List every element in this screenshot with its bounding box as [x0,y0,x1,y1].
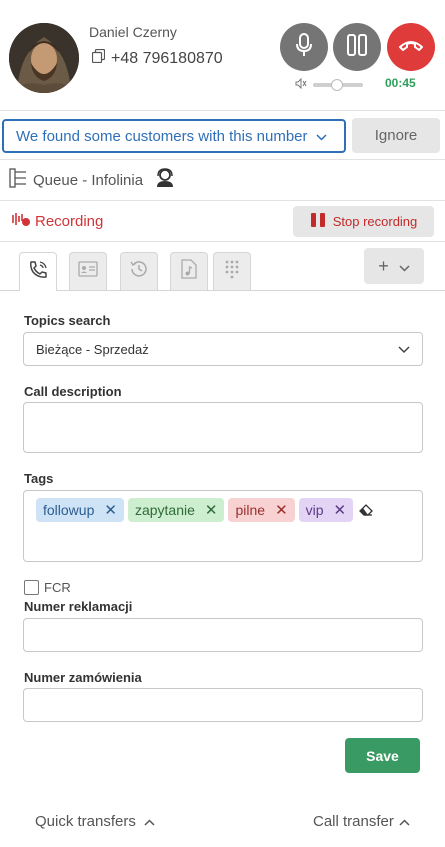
chevron-up-icon [399,813,410,830]
chevron-up-icon [144,813,155,830]
tags-input[interactable]: followup ✕ zapytanie ✕ pilne ✕ vip ✕ [23,490,423,562]
tag-chip-label: pilne [235,502,266,518]
divider [0,200,445,201]
queue-row: Queue - Infolinia [9,168,175,192]
hangup-phone-icon [398,38,424,57]
tag-chip: followup ✕ [36,498,124,522]
plus-label: + [378,255,389,276]
chevron-down-icon [398,342,410,357]
quick-transfers-label: Quick transfers [35,813,136,830]
pause-icon [346,33,368,61]
caller-name: Daniel Czerny [89,24,177,40]
quick-transfers-toggle[interactable]: Quick transfers [35,813,155,830]
eraser-icon[interactable] [359,498,374,522]
volume-slider-knob[interactable] [331,79,343,91]
call-description-label: Call description [24,384,122,399]
caller-avatar [9,23,79,93]
tag-chip: zapytanie ✕ [127,498,225,522]
chevron-down-icon [315,128,327,145]
topics-search-label: Topics search [24,313,111,328]
tab-dialpad[interactable] [213,252,251,290]
tag-chip: pilne ✕ [228,498,295,522]
stop-recording-button[interactable]: Stop recording [293,206,434,237]
copy-icon[interactable] [91,48,106,68]
tab-history[interactable] [120,252,158,290]
divider [0,110,445,111]
order-number-label: Numer zamówienia [24,670,142,685]
complaint-number-label: Numer reklamacji [24,599,133,614]
remove-tag-icon[interactable]: ✕ [104,501,117,519]
history-icon [129,259,149,284]
volume-slider[interactable] [313,79,363,91]
divider [0,241,445,242]
divider [0,159,445,160]
caller-phone: +48 796180870 [111,49,223,67]
pause-icon [310,212,326,231]
remove-tag-icon[interactable]: ✕ [334,501,347,519]
customers-found-dropdown[interactable]: We found some customers with this number [2,119,346,153]
fcr-checkbox[interactable] [24,580,39,595]
complaint-number-input[interactable] [23,618,423,652]
call-transfer-label: Call transfer [313,813,394,830]
tag-chip: vip ✕ [298,498,354,522]
tag-chip-label: zapytanie [134,502,195,518]
call-description-input[interactable] [23,402,423,453]
speaker-icon [295,76,307,94]
customers-found-text: We found some customers with this number [16,127,308,145]
hangup-button[interactable] [387,23,435,71]
topics-search-select[interactable]: Bieżące - Sprzedaż [23,332,423,366]
hold-button[interactable] [333,23,381,71]
phone-call-icon [28,260,48,285]
tag-chip-label: vip [305,502,324,518]
recording-status: Recording [9,211,103,231]
audio-file-icon [181,259,197,284]
remove-tag-icon[interactable]: ✕ [275,501,288,519]
call-transfer-toggle[interactable]: Call transfer [313,813,410,830]
dialpad-icon [224,259,240,284]
chevron-down-icon [399,256,410,277]
recording-wave-icon [9,211,31,231]
microphone-icon [295,32,313,62]
mute-button[interactable] [280,23,328,71]
volume-control[interactable] [295,76,363,94]
remove-tag-icon[interactable]: ✕ [205,501,218,519]
call-timer: 00:45 [385,76,416,90]
contact-card-icon [78,261,98,282]
caller-phone-row: +48 796180870 [91,48,223,68]
add-tab-button[interactable]: + [364,248,424,284]
order-number-input[interactable] [23,688,423,722]
queue-tree-icon [9,168,27,192]
topics-search-value: Bieżące - Sprzedaż [36,341,149,357]
tags-label: Tags [24,471,54,486]
ignore-button[interactable]: Ignore [352,118,440,153]
fcr-label: FCR [44,580,71,595]
tag-chip-label: followup [43,502,95,518]
agent-headset-icon [155,168,175,192]
tabs-divider [0,290,445,291]
active-tab-gap [20,290,56,291]
tab-audio-file[interactable] [170,252,208,290]
tab-contact-card[interactable] [69,252,107,290]
tab-call[interactable] [19,252,57,291]
stop-recording-label: Stop recording [332,214,418,229]
queue-label: Queue - Infolinia [33,171,144,189]
recording-label: Recording [35,212,104,230]
save-button[interactable]: Save [345,738,420,773]
